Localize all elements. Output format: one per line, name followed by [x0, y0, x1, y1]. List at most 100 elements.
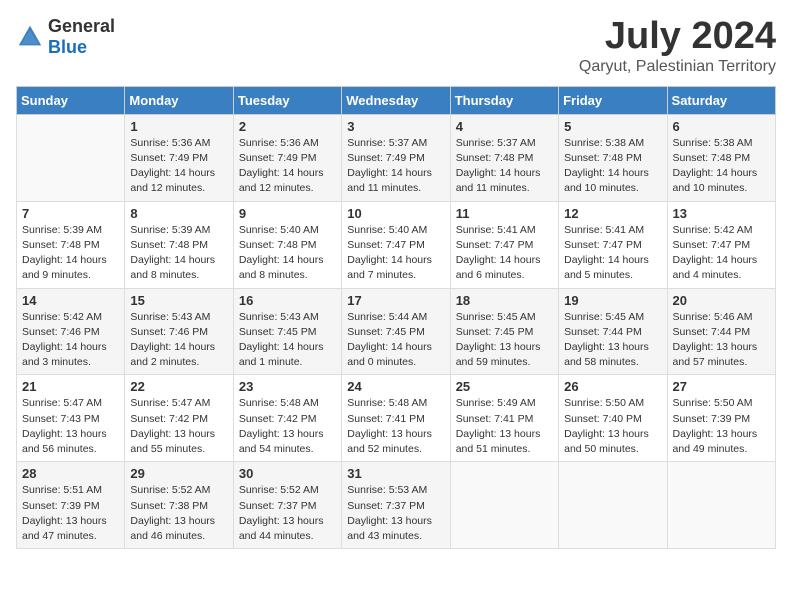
day-number: 7: [22, 206, 119, 221]
calendar-cell: 30 Sunrise: 5:52 AM Sunset: 7:37 PM Dayli…: [233, 462, 341, 549]
day-number: 16: [239, 293, 336, 308]
column-header-saturday: Saturday: [667, 86, 775, 114]
calendar-cell: 1 Sunrise: 5:36 AM Sunset: 7:49 PM Daylig…: [125, 114, 233, 201]
week-row-3: 14 Sunrise: 5:42 AM Sunset: 7:46 PM Dayli…: [17, 288, 776, 375]
day-info: Sunrise: 5:37 AM Sunset: 7:49 PM Dayligh…: [347, 136, 444, 197]
calendar-cell: 14 Sunrise: 5:42 AM Sunset: 7:46 PM Dayli…: [17, 288, 125, 375]
day-number: 12: [564, 206, 661, 221]
calendar-cell: 15Sunrise: 5:43 AM Sunset: 7:46 PM Dayli…: [125, 288, 233, 375]
calendar-cell: [450, 462, 558, 549]
column-header-tuesday: Tuesday: [233, 86, 341, 114]
title-area: July 2024 Qaryut, Palestinian Territory: [579, 16, 776, 76]
calendar-cell: 27 Sunrise: 5:50 AM Sunset: 7:39 PM Dayli…: [667, 375, 775, 462]
logo-blue-text: Blue: [48, 37, 87, 57]
day-info: Sunrise: 5:43 AM Sunset: 7:45 PM Dayligh…: [239, 310, 336, 371]
day-number: 30: [239, 466, 336, 481]
day-info: Sunrise: 5:39 AM Sunset: 7:48 PM Dayligh…: [22, 223, 119, 284]
day-number: 18: [456, 293, 553, 308]
day-info: Sunrise: 5:51 AM Sunset: 7:39 PM Dayligh…: [22, 483, 119, 544]
calendar-cell: 20Sunrise: 5:46 AM Sunset: 7:44 PM Dayli…: [667, 288, 775, 375]
day-info: Sunrise: 5:42 AM Sunset: 7:46 PM Dayligh…: [22, 310, 119, 371]
calendar-cell: [667, 462, 775, 549]
week-row-1: 1 Sunrise: 5:36 AM Sunset: 7:49 PM Daylig…: [17, 114, 776, 201]
day-number: 15: [130, 293, 227, 308]
calendar-cell: 21Sunrise: 5:47 AM Sunset: 7:43 PM Dayli…: [17, 375, 125, 462]
calendar-cell: 5Sunrise: 5:38 AM Sunset: 7:48 PM Daylig…: [559, 114, 667, 201]
calendar-cell: 3Sunrise: 5:37 AM Sunset: 7:49 PM Daylig…: [342, 114, 450, 201]
calendar-cell: 11 Sunrise: 5:41 AM Sunset: 7:47 PM Dayli…: [450, 201, 558, 288]
day-info: Sunrise: 5:44 AM Sunset: 7:45 PM Dayligh…: [347, 310, 444, 371]
calendar-cell: 29 Sunrise: 5:52 AM Sunset: 7:38 PM Dayli…: [125, 462, 233, 549]
column-header-monday: Monday: [125, 86, 233, 114]
day-info: Sunrise: 5:36 AM Sunset: 7:49 PM Dayligh…: [239, 136, 336, 197]
column-header-sunday: Sunday: [17, 86, 125, 114]
day-number: 14: [22, 293, 119, 308]
day-info: Sunrise: 5:37 AM Sunset: 7:48 PM Dayligh…: [456, 136, 553, 197]
column-header-friday: Friday: [559, 86, 667, 114]
calendar-cell: 24Sunrise: 5:48 AM Sunset: 7:41 PM Dayli…: [342, 375, 450, 462]
logo: General Blue: [16, 16, 115, 58]
day-info: Sunrise: 5:48 AM Sunset: 7:41 PM Dayligh…: [347, 396, 444, 457]
logo-general-text: General: [48, 16, 115, 36]
day-number: 25: [456, 379, 553, 394]
day-info: Sunrise: 5:46 AM Sunset: 7:44 PM Dayligh…: [673, 310, 770, 371]
day-info: Sunrise: 5:47 AM Sunset: 7:42 PM Dayligh…: [130, 396, 227, 457]
day-info: Sunrise: 5:41 AM Sunset: 7:47 PM Dayligh…: [456, 223, 553, 284]
location-subtitle: Qaryut, Palestinian Territory: [579, 58, 776, 76]
calendar-cell: 8Sunrise: 5:39 AM Sunset: 7:48 PM Daylig…: [125, 201, 233, 288]
column-header-wednesday: Wednesday: [342, 86, 450, 114]
day-number: 17: [347, 293, 444, 308]
day-number: 27: [673, 379, 770, 394]
day-number: 23: [239, 379, 336, 394]
day-number: 26: [564, 379, 661, 394]
day-number: 29: [130, 466, 227, 481]
week-row-4: 21Sunrise: 5:47 AM Sunset: 7:43 PM Dayli…: [17, 375, 776, 462]
day-info: Sunrise: 5:50 AM Sunset: 7:39 PM Dayligh…: [673, 396, 770, 457]
header-row: SundayMondayTuesdayWednesdayThursdayFrid…: [17, 86, 776, 114]
day-info: Sunrise: 5:52 AM Sunset: 7:38 PM Dayligh…: [130, 483, 227, 544]
day-number: 4: [456, 119, 553, 134]
day-info: Sunrise: 5:53 AM Sunset: 7:37 PM Dayligh…: [347, 483, 444, 544]
day-number: 9: [239, 206, 336, 221]
calendar-cell: 6 Sunrise: 5:38 AM Sunset: 7:48 PM Daylig…: [667, 114, 775, 201]
day-info: Sunrise: 5:38 AM Sunset: 7:48 PM Dayligh…: [673, 136, 770, 197]
calendar-cell: 7 Sunrise: 5:39 AM Sunset: 7:48 PM Daylig…: [17, 201, 125, 288]
calendar-cell: 17 Sunrise: 5:44 AM Sunset: 7:45 PM Dayli…: [342, 288, 450, 375]
calendar-cell: 10Sunrise: 5:40 AM Sunset: 7:47 PM Dayli…: [342, 201, 450, 288]
calendar-table: SundayMondayTuesdayWednesdayThursdayFrid…: [16, 86, 776, 549]
calendar-cell: [17, 114, 125, 201]
calendar-cell: 9 Sunrise: 5:40 AM Sunset: 7:48 PM Daylig…: [233, 201, 341, 288]
day-info: Sunrise: 5:36 AM Sunset: 7:49 PM Dayligh…: [130, 136, 227, 197]
day-number: 1: [130, 119, 227, 134]
day-info: Sunrise: 5:52 AM Sunset: 7:37 PM Dayligh…: [239, 483, 336, 544]
day-number: 28: [22, 466, 119, 481]
week-row-5: 28 Sunrise: 5:51 AM Sunset: 7:39 PM Dayli…: [17, 462, 776, 549]
day-number: 8: [130, 206, 227, 221]
day-number: 6: [673, 119, 770, 134]
day-info: Sunrise: 5:41 AM Sunset: 7:47 PM Dayligh…: [564, 223, 661, 284]
calendar-cell: 28 Sunrise: 5:51 AM Sunset: 7:39 PM Dayli…: [17, 462, 125, 549]
day-info: Sunrise: 5:49 AM Sunset: 7:41 PM Dayligh…: [456, 396, 553, 457]
calendar-cell: 19Sunrise: 5:45 AM Sunset: 7:44 PM Dayli…: [559, 288, 667, 375]
day-info: Sunrise: 5:47 AM Sunset: 7:43 PM Dayligh…: [22, 396, 119, 457]
day-number: 19: [564, 293, 661, 308]
calendar-cell: 18Sunrise: 5:45 AM Sunset: 7:45 PM Dayli…: [450, 288, 558, 375]
calendar-cell: 22Sunrise: 5:47 AM Sunset: 7:42 PM Dayli…: [125, 375, 233, 462]
day-info: Sunrise: 5:40 AM Sunset: 7:48 PM Dayligh…: [239, 223, 336, 284]
day-number: 10: [347, 206, 444, 221]
calendar-cell: 12 Sunrise: 5:41 AM Sunset: 7:47 PM Dayli…: [559, 201, 667, 288]
calendar-cell: 4 Sunrise: 5:37 AM Sunset: 7:48 PM Daylig…: [450, 114, 558, 201]
calendar-cell: [559, 462, 667, 549]
calendar-cell: 26Sunrise: 5:50 AM Sunset: 7:40 PM Dayli…: [559, 375, 667, 462]
day-number: 13: [673, 206, 770, 221]
day-info: Sunrise: 5:42 AM Sunset: 7:47 PM Dayligh…: [673, 223, 770, 284]
day-number: 2: [239, 119, 336, 134]
page-header: General Blue July 2024 Qaryut, Palestini…: [16, 16, 776, 76]
calendar-cell: 2 Sunrise: 5:36 AM Sunset: 7:49 PM Daylig…: [233, 114, 341, 201]
calendar-cell: 23Sunrise: 5:48 AM Sunset: 7:42 PM Dayli…: [233, 375, 341, 462]
day-number: 11: [456, 206, 553, 221]
calendar-cell: 13 Sunrise: 5:42 AM Sunset: 7:47 PM Dayli…: [667, 201, 775, 288]
calendar-cell: 25 Sunrise: 5:49 AM Sunset: 7:41 PM Dayli…: [450, 375, 558, 462]
day-info: Sunrise: 5:38 AM Sunset: 7:48 PM Dayligh…: [564, 136, 661, 197]
main-title: July 2024: [579, 16, 776, 58]
